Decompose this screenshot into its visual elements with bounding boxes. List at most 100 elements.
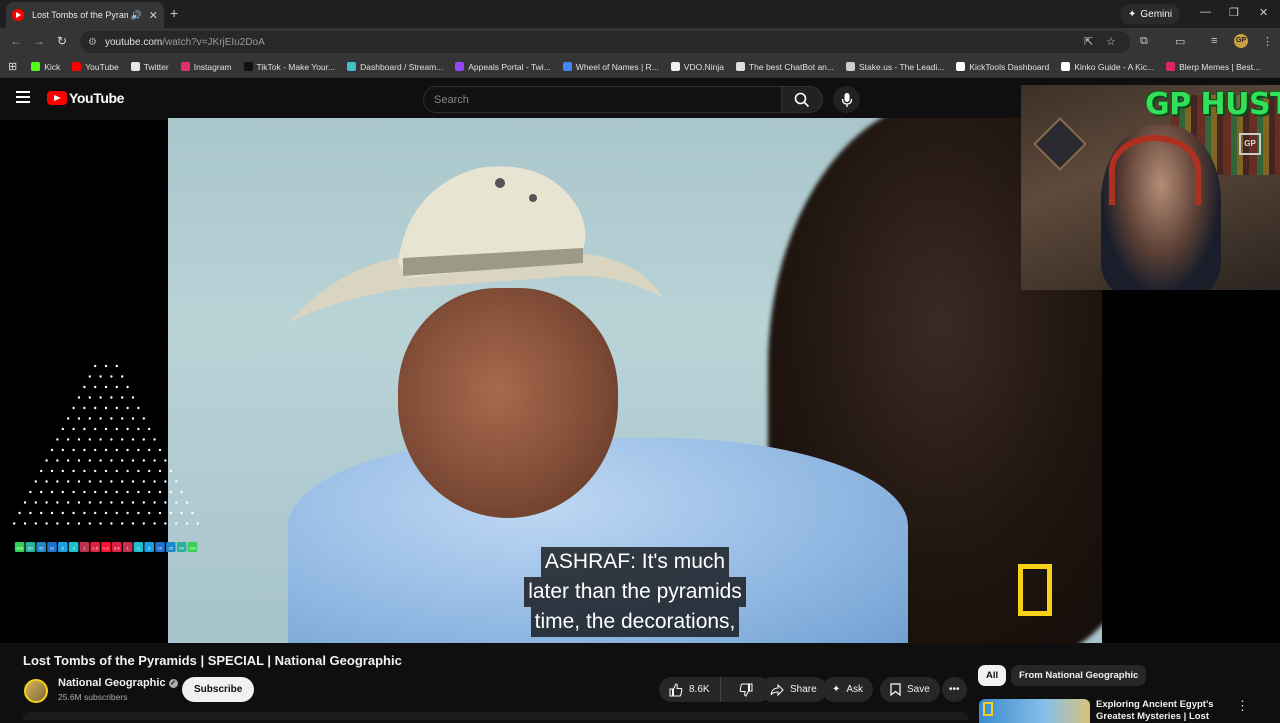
plinko-peg: [67, 522, 70, 525]
plinko-peg: [115, 406, 119, 410]
site-info-icon[interactable]: ⚙: [88, 37, 97, 48]
subscribe-button[interactable]: Subscribe: [182, 677, 255, 702]
plinko-slot: 10: [47, 542, 57, 552]
restore-icon[interactable]: ❐: [1229, 6, 1239, 19]
speaker-icon[interactable]: 🔊: [131, 10, 142, 21]
plinko-peg: [40, 469, 43, 473]
plinko-peg: [185, 501, 189, 504]
stream-badge: GP: [1239, 133, 1261, 155]
plinko-peg: [169, 490, 172, 494]
bookmark-item[interactable]: Twitter: [130, 62, 169, 72]
chip-from-channel[interactable]: From National Geographic: [1011, 665, 1147, 686]
plinko-peg: [99, 522, 102, 525]
bookmark-item[interactable]: Blerp Memes | Best...: [1166, 62, 1260, 72]
plinko-peg: [61, 448, 64, 452]
bookmark-favicon-icon: [130, 62, 140, 71]
plinko-peg: [77, 438, 81, 441]
close-window-icon[interactable]: ✕: [1259, 6, 1268, 19]
channel-name[interactable]: National Geographic ✓: [58, 677, 178, 689]
bookmark-item[interactable]: The best ChatBot an...: [735, 62, 834, 72]
search-input[interactable]: Search: [423, 86, 782, 113]
minimize-icon[interactable]: —: [1200, 6, 1211, 18]
hamburger-menu-icon[interactable]: [16, 91, 30, 103]
plinko-peg: [99, 459, 102, 462]
extensions-icon[interactable]: ⧉: [1140, 35, 1148, 48]
recommended-more-icon[interactable]: ⋮: [1236, 698, 1249, 714]
bookmark-item[interactable]: Appeals Portal - Twi...: [455, 62, 551, 72]
verified-check-icon: ✓: [168, 678, 178, 688]
browser-tab[interactable]: Lost Tombs of the Pyramids 🔊 ✕: [6, 2, 164, 28]
plinko-peg: [56, 438, 59, 441]
bookmark-item[interactable]: Stake.us - The Leadi...: [846, 62, 944, 72]
plinko-peg: [88, 438, 92, 441]
dislike-button[interactable]: [727, 677, 765, 702]
bookmark-item[interactable]: Instagram: [180, 62, 232, 72]
plinko-peg: [99, 417, 102, 420]
more-actions-button[interactable]: •••: [942, 677, 967, 702]
plinko-peg: [104, 469, 108, 473]
gemini-label: Gemini: [1140, 8, 1173, 20]
plinko-peg: [115, 448, 119, 452]
plinko-peg: [45, 501, 48, 504]
recommended-thumbnail[interactable]: [979, 699, 1090, 723]
gemini-button[interactable]: ✦ Gemini: [1120, 4, 1181, 24]
plinko-slot: 100: [14, 542, 25, 552]
chip-all[interactable]: All: [978, 665, 1007, 686]
reload-icon[interactable]: ↻: [57, 34, 67, 48]
ask-button[interactable]: ✦ Ask: [822, 677, 874, 702]
captions-box: ASHRAF: It's much later than the pyramid…: [168, 547, 1102, 637]
like-count: 8.6K: [689, 684, 710, 695]
plinko-peg: [175, 522, 178, 525]
profile-avatar[interactable]: GP: [1234, 34, 1248, 48]
forward-icon[interactable]: →: [33, 34, 45, 48]
plinko-peg: [104, 406, 108, 410]
plinko-peg: [67, 480, 70, 483]
plinko-slot: 0.5: [90, 542, 100, 552]
plinko-peg: [148, 490, 151, 494]
bookmark-item[interactable]: VDO.Ninja: [670, 62, 724, 72]
apps-grid-icon[interactable]: ⊞: [8, 60, 17, 73]
plinko-peg: [131, 480, 135, 483]
channel-avatar[interactable]: [24, 679, 48, 703]
description-box-top[interactable]: [23, 712, 968, 720]
cast-icon[interactable]: ▭: [1175, 35, 1185, 48]
bookmark-item[interactable]: KickTools Dashboard: [956, 62, 1049, 72]
plinko-slot: 10: [155, 542, 165, 552]
bookmark-favicon-icon: [735, 62, 745, 71]
plinko-peg: [121, 396, 124, 399]
url-text: youtube.com/watch?v=JKrjEIu2DoA: [104, 36, 265, 48]
plinko-peg: [72, 406, 75, 410]
bookmark-item[interactable]: TikTok - Make Your...: [243, 62, 335, 72]
svg-text:0.5: 0.5: [114, 546, 120, 551]
recommended-title[interactable]: Exploring Ancient Egypt's Greatest Myste…: [1096, 699, 1226, 723]
plinko-peg: [77, 396, 81, 399]
search-button[interactable]: [781, 86, 823, 113]
like-button[interactable]: 8.6K: [659, 677, 721, 702]
share-button[interactable]: Share: [760, 677, 827, 702]
back-icon[interactable]: ←: [10, 34, 22, 48]
address-bar[interactable]: ⚙ youtube.com/watch?v=JKrjEIu2DoA: [80, 31, 1130, 53]
close-tab-icon[interactable]: ✕: [149, 9, 158, 22]
browser-menu-icon[interactable]: ⋮: [1262, 35, 1273, 48]
plinko-peg: [56, 501, 59, 504]
save-button[interactable]: Save: [880, 677, 940, 702]
reading-list-icon[interactable]: ≡: [1211, 35, 1217, 47]
bookmark-item[interactable]: Kick: [31, 62, 60, 72]
bookmark-item[interactable]: Wheel of Names | R...: [562, 62, 659, 72]
bookmark-item[interactable]: Kinko Guide - A Kic...: [1061, 62, 1154, 72]
svg-text:10: 10: [50, 546, 55, 551]
plinko-peg: [40, 511, 43, 515]
voice-search-button[interactable]: [833, 86, 860, 113]
install-icon[interactable]: ⇱: [1084, 35, 1093, 48]
youtube-logo[interactable]: YouTube: [47, 90, 124, 106]
bookmark-item[interactable]: Dashboard / Stream...: [347, 62, 443, 72]
plinko-peg: [72, 511, 75, 515]
plinko-peg: [131, 522, 135, 525]
bookmark-icon: [890, 683, 901, 696]
bookmark-item[interactable]: YouTube: [72, 62, 119, 72]
plinko-peg: [104, 511, 108, 515]
bookmark-star-icon[interactable]: ☆: [1106, 35, 1116, 48]
video-player[interactable]: ASHRAF: It's much later than the pyramid…: [168, 118, 1102, 643]
new-tab-icon[interactable]: +: [170, 5, 178, 21]
plinko-peg: [94, 448, 97, 452]
